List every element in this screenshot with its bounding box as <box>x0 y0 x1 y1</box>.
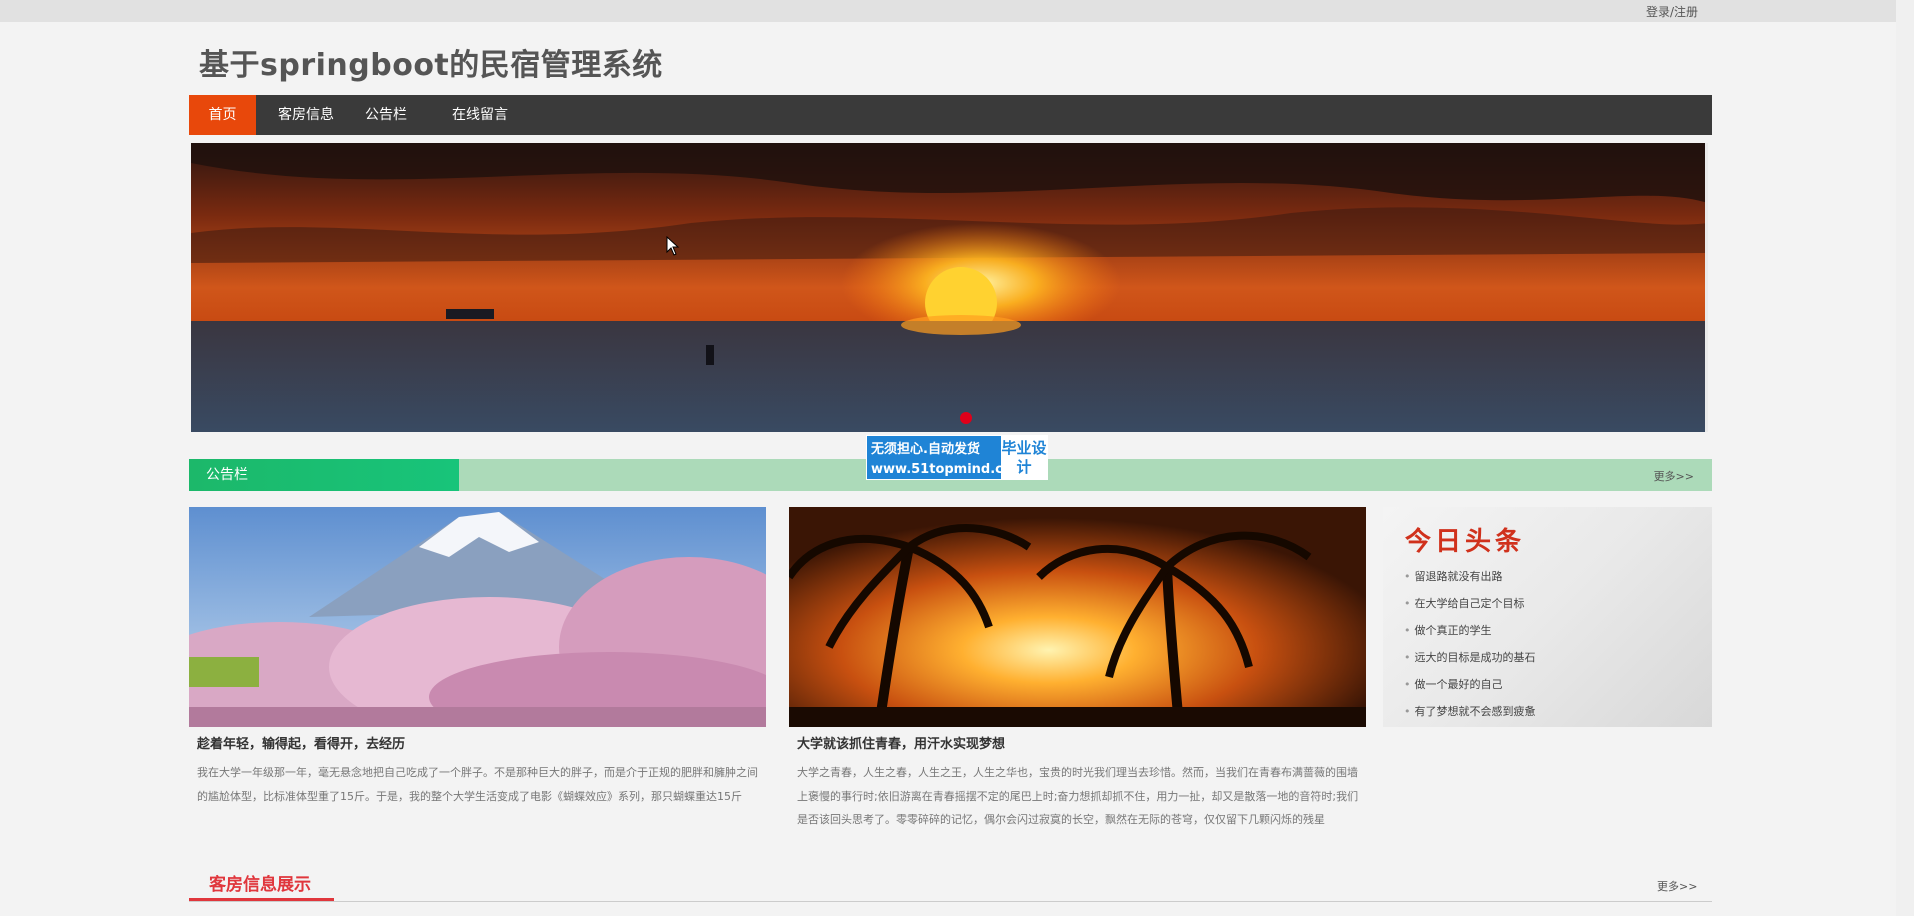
article-card[interactable]: 大学就该抓住青春，用汗水实现梦想 大学之青春，人生之春，人生之王，人生之华也，宝… <box>789 507 1366 826</box>
nav-item-home[interactable]: 首页 <box>189 95 256 135</box>
room-more-link[interactable]: 更多>> <box>1657 878 1697 894</box>
article-title[interactable]: 大学就该抓住青春，用汗水实现梦想 <box>797 733 1357 752</box>
watermark-badge: 无须担心.自动发货 www.51topmind.com 毕业设计 <box>866 435 1048 480</box>
room-section-title: 客房信息展示 <box>209 875 311 895</box>
nav-item-messages[interactable]: 在线留言 <box>445 95 515 135</box>
headlines-title: 今日头条 <box>1405 527 1526 557</box>
article-card[interactable]: 趁着年轻，输得起，看得开，去经历 我在大学一年级那一年，毫无悬念地把自己吃成了一… <box>189 507 766 803</box>
headline-item[interactable]: 做个真正的学生 <box>1404 622 1492 638</box>
headline-item[interactable]: 有了梦想就不会感到疲惫 <box>1404 703 1536 719</box>
site-title: 基于springboot的民宿管理系统 <box>199 48 663 83</box>
nav-item-rooms[interactable]: 客房信息 <box>271 95 341 135</box>
notice-section-title: 公告栏 <box>189 459 459 491</box>
login-register-link[interactable]: 登录/注册 <box>1646 3 1698 20</box>
top-bar: 登录/注册 <box>0 0 1914 22</box>
headline-item[interactable]: 留退路就没有出路 <box>1404 568 1503 584</box>
headline-item[interactable]: 在大学给自己定个目标 <box>1404 595 1525 611</box>
watermark-line2: www.51topmind.com <box>871 462 1026 477</box>
main-nav: 首页 客房信息 公告栏 在线留言 <box>189 95 1712 135</box>
mouse-cursor-icon <box>666 236 680 256</box>
headline-item[interactable]: 远大的目标是成功的基石 <box>1404 649 1536 665</box>
banner-carousel[interactable] <box>191 143 1708 432</box>
carousel-indicator[interactable] <box>960 412 972 424</box>
article-excerpt: 大学之青春，人生之春，人生之王，人生之华也，宝贵的时光我们理当去珍惜。然而，当我… <box>797 766 1359 826</box>
article-image[interactable] <box>189 507 766 727</box>
article-title[interactable]: 趁着年轻，输得起，看得开，去经历 <box>197 733 757 752</box>
article-image[interactable] <box>789 507 1366 727</box>
nav-item-notice[interactable]: 公告栏 <box>358 95 414 135</box>
watermark-badge-text: 毕业设计 <box>1001 436 1047 479</box>
notice-more-link[interactable]: 更多>> <box>1654 468 1694 484</box>
headline-item[interactable]: 做一个最好的自己 <box>1404 676 1503 692</box>
headlines-panel: 今日头条 留退路就没有出路 在大学给自己定个目标 做个真正的学生 远大的目标是成… <box>1383 507 1712 727</box>
page-scrollbar[interactable] <box>1896 0 1914 916</box>
room-section-divider <box>189 901 1712 902</box>
watermark-line1: 无须担心.自动发货 <box>871 442 980 457</box>
article-excerpt: 我在大学一年级那一年，毫无悬念地把自己吃成了一个胖子。不是那种巨大的胖子，而是介… <box>197 766 758 803</box>
banner-image <box>191 143 1705 432</box>
